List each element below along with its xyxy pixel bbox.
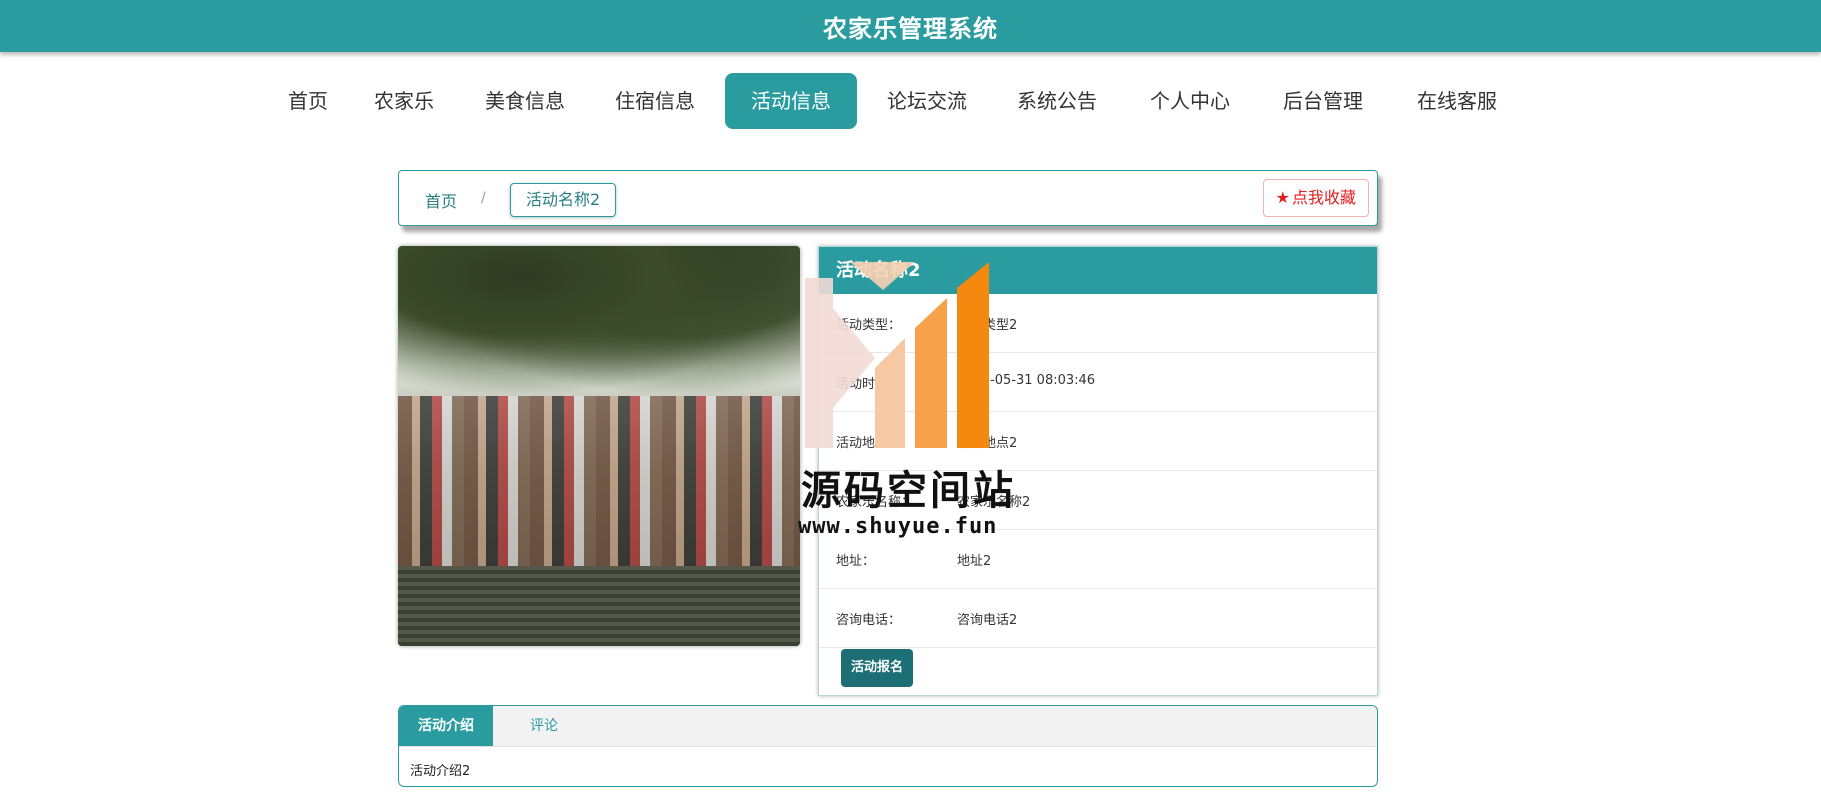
photo-ground (398, 566, 800, 646)
nav-item-food[interactable]: 美食信息 (482, 73, 568, 129)
nav-item-lodging[interactable]: 住宿信息 (613, 73, 697, 129)
detail-row-address: 地址： 地址2 (819, 530, 1377, 589)
nav-item-farmhouse[interactable]: 农家乐 (372, 73, 436, 129)
nav-item-announcements[interactable]: 系统公告 (1015, 73, 1099, 129)
nav-item-customer-service[interactable]: 在线客服 (1414, 73, 1500, 129)
field-value: 地址2 (957, 554, 992, 569)
tab-comments[interactable]: 评论 (530, 706, 558, 746)
top-header: 农家乐管理系统 (0, 0, 1821, 52)
field-label: 活动时间： (836, 377, 902, 392)
photo-foliage (398, 246, 800, 396)
favorite-button-label: 点我收藏 (1291, 188, 1356, 207)
breadcrumb-home-link[interactable]: 首页 (425, 188, 457, 212)
field-value: 农家乐名称2 (957, 495, 1031, 510)
breadcrumb-current[interactable]: 活动名称2 (510, 183, 617, 217)
activity-photo (398, 246, 800, 646)
field-label: 咨询电话： (836, 613, 902, 628)
detail-row-type: 活动类型： 活动类型2 (819, 294, 1377, 353)
detail-row-phone: 咨询电话： 咨询电话2 (819, 589, 1377, 648)
field-value: 活动类型2 (957, 318, 1018, 333)
nav-item-activities[interactable]: 活动信息 (725, 73, 857, 129)
tab-content: 活动介绍2 (410, 764, 471, 779)
site-title: 农家乐管理系统 (823, 14, 998, 43)
field-value: 活动地点2 (957, 436, 1018, 451)
nav-item-forum[interactable]: 论坛交流 (884, 73, 970, 129)
photo-group (398, 396, 800, 566)
field-label: 农家乐名称： (836, 495, 915, 510)
detail-tabs: 活动介绍 评论 活动介绍2 (398, 705, 1378, 787)
nav-item-personal-center[interactable]: 个人中心 (1148, 73, 1232, 129)
field-label: 地址： (836, 554, 876, 569)
activity-title: 活动名称2 (819, 247, 1377, 294)
field-label: 活动类型： (836, 318, 902, 333)
apply-activity-button[interactable]: 活动报名 (841, 649, 914, 687)
detail-row-time: 活动时间： 2023-05-31 08:03:46 (819, 353, 1377, 412)
main-nav: 首页 农家乐 美食信息 住宿信息 活动信息 论坛交流 系统公告 个人中心 后台管… (0, 73, 1821, 129)
nav-item-home[interactable]: 首页 (278, 73, 338, 129)
detail-row-farmhouse-name: 农家乐名称： 农家乐名称2 (819, 471, 1377, 530)
nav-item-admin[interactable]: 后台管理 (1281, 73, 1365, 129)
tab-bar: 活动介绍 评论 (399, 706, 1377, 747)
field-label: 活动地点： (836, 436, 902, 451)
star-icon: ★ (1275, 188, 1290, 207)
breadcrumb: 首页 / 活动名称2 ★ 点我收藏 (398, 170, 1378, 226)
favorite-button[interactable]: ★ 点我收藏 (1262, 179, 1369, 217)
breadcrumb-separator: / (481, 190, 486, 206)
field-value: 2023-05-31 08:03:46 (957, 373, 1096, 388)
field-value: 咨询电话2 (957, 613, 1018, 628)
tab-activity-intro[interactable]: 活动介绍 (399, 706, 493, 746)
activity-detail-panel: 活动名称2 活动类型： 活动类型2 活动时间： 2023-05-31 08:03… (818, 246, 1378, 696)
detail-row-location: 活动地点： 活动地点2 (819, 412, 1377, 471)
